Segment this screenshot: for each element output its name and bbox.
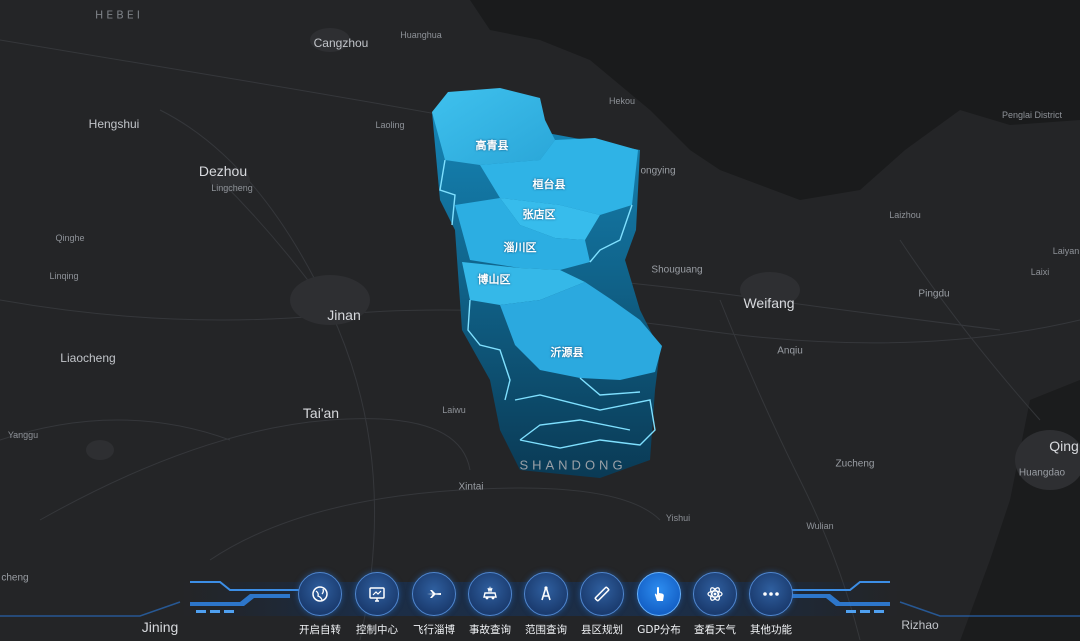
basemap [0, 0, 1080, 641]
county-label-gaoqing[interactable]: 高青县 [476, 137, 509, 153]
county-label-zhangdian[interactable]: 张店区 [523, 206, 556, 222]
city-label-linqing: Linqing [49, 271, 79, 281]
gdp-distribution-button[interactable]: GDP分布 [630, 572, 688, 636]
city-label-laiyang: Laiyan [1052, 246, 1080, 256]
map-canvas[interactable]: HEBEI Cangzhou Huanghua Hengshui Laoling Hek… [0, 0, 1080, 641]
city-label-qing: Qing [1049, 438, 1079, 454]
city-label-xintai: Xintai [458, 481, 484, 493]
county-label-zichuan[interactable]: 淄川区 [504, 239, 537, 255]
accident-query-label: 事故查询 [469, 624, 511, 636]
county-label-boshan[interactable]: 博山区 [478, 271, 511, 287]
ruler-icon [580, 572, 624, 616]
city-label-qinghe: Qinghe [55, 233, 85, 243]
city-label-hengshui: Hengshui [88, 117, 140, 131]
city-label-huanghua: Huanghua [400, 30, 442, 40]
city-label-huangdao: Huangdao [1018, 467, 1066, 479]
city-label-zucheng: Zucheng [835, 458, 875, 470]
gdp-distribution-label: GDP分布 [637, 624, 681, 636]
atom-icon [693, 572, 737, 616]
shandong-label: SHANDONG [519, 457, 627, 473]
county-planning-button[interactable]: 县区规划 [573, 572, 631, 636]
weather-label: 查看天气 [694, 624, 736, 636]
province-label-hebei: HEBEI [95, 8, 143, 22]
fly-zibo-label: 飞行淄博 [413, 624, 455, 636]
other-functions-label: 其他功能 [750, 624, 792, 636]
city-label-penglai: Penglai District [1001, 110, 1063, 120]
city-label-yishui: Yishui [665, 513, 691, 523]
range-query-label: 范围查询 [525, 624, 567, 636]
more-icon [749, 572, 793, 616]
monitor-icon [355, 572, 399, 616]
city-label-wulian: Wulian [806, 521, 834, 531]
globe-rotate-icon [298, 572, 342, 616]
control-center-label: 控制中心 [356, 624, 398, 636]
auto-rotate-label: 开启自转 [299, 624, 341, 636]
county-label-yiyuan[interactable]: 沂源县 [551, 344, 584, 360]
compass-icon [524, 572, 568, 616]
city-label-laiwu: Laiwu [442, 405, 466, 415]
bottom-toolbar: 开启自转 控制中心 飞行淄博 事故查询 范围查询 县区规划 GDP分布 查看天气 其他功能 [0, 572, 1080, 641]
city-label-laoling: Laoling [375, 120, 405, 130]
county-label-huantai[interactable]: 桓台县 [533, 176, 566, 192]
accident-query-button[interactable]: 事故查询 [461, 572, 519, 636]
city-label-laizhou: Laizhou [889, 210, 921, 220]
hand-pointer-icon [637, 572, 681, 616]
city-label-shouguang: Shouguang [651, 264, 703, 276]
car-crash-icon [468, 572, 512, 616]
city-label-liaocheng: Liaocheng [60, 351, 116, 365]
fly-zibo-button[interactable]: 飞行淄博 [405, 572, 463, 636]
city-label-lingcheng: Lingcheng [211, 183, 253, 193]
county-planning-label: 县区规划 [581, 624, 623, 636]
airplane-icon [412, 572, 456, 616]
city-label-pingdu: Pingdu [918, 288, 950, 300]
weather-button[interactable]: 查看天气 [686, 572, 744, 636]
city-label-laixi: Laixi [1030, 267, 1050, 277]
zibo-region-3d [432, 88, 662, 478]
city-label-anqiu: Anqiu [777, 345, 803, 357]
city-label-weifang: Weifang [743, 295, 795, 311]
region-top-gaoqing [432, 88, 555, 165]
city-label-jinan: Jinan [327, 307, 361, 323]
control-center-button[interactable]: 控制中心 [348, 572, 406, 636]
range-query-button[interactable]: 范围查询 [517, 572, 575, 636]
city-label-taian: Tai'an [302, 405, 340, 421]
city-label-yanggu: Yanggu [7, 430, 39, 440]
city-label-dongying: ongying [640, 165, 676, 177]
auto-rotate-button[interactable]: 开启自转 [291, 572, 349, 636]
city-label-hekou: Hekou [608, 96, 636, 106]
city-label-dezhou: Dezhou [198, 163, 248, 179]
city-label-cangzhou: Cangzhou [313, 36, 369, 50]
other-functions-button[interactable]: 其他功能 [742, 572, 800, 636]
